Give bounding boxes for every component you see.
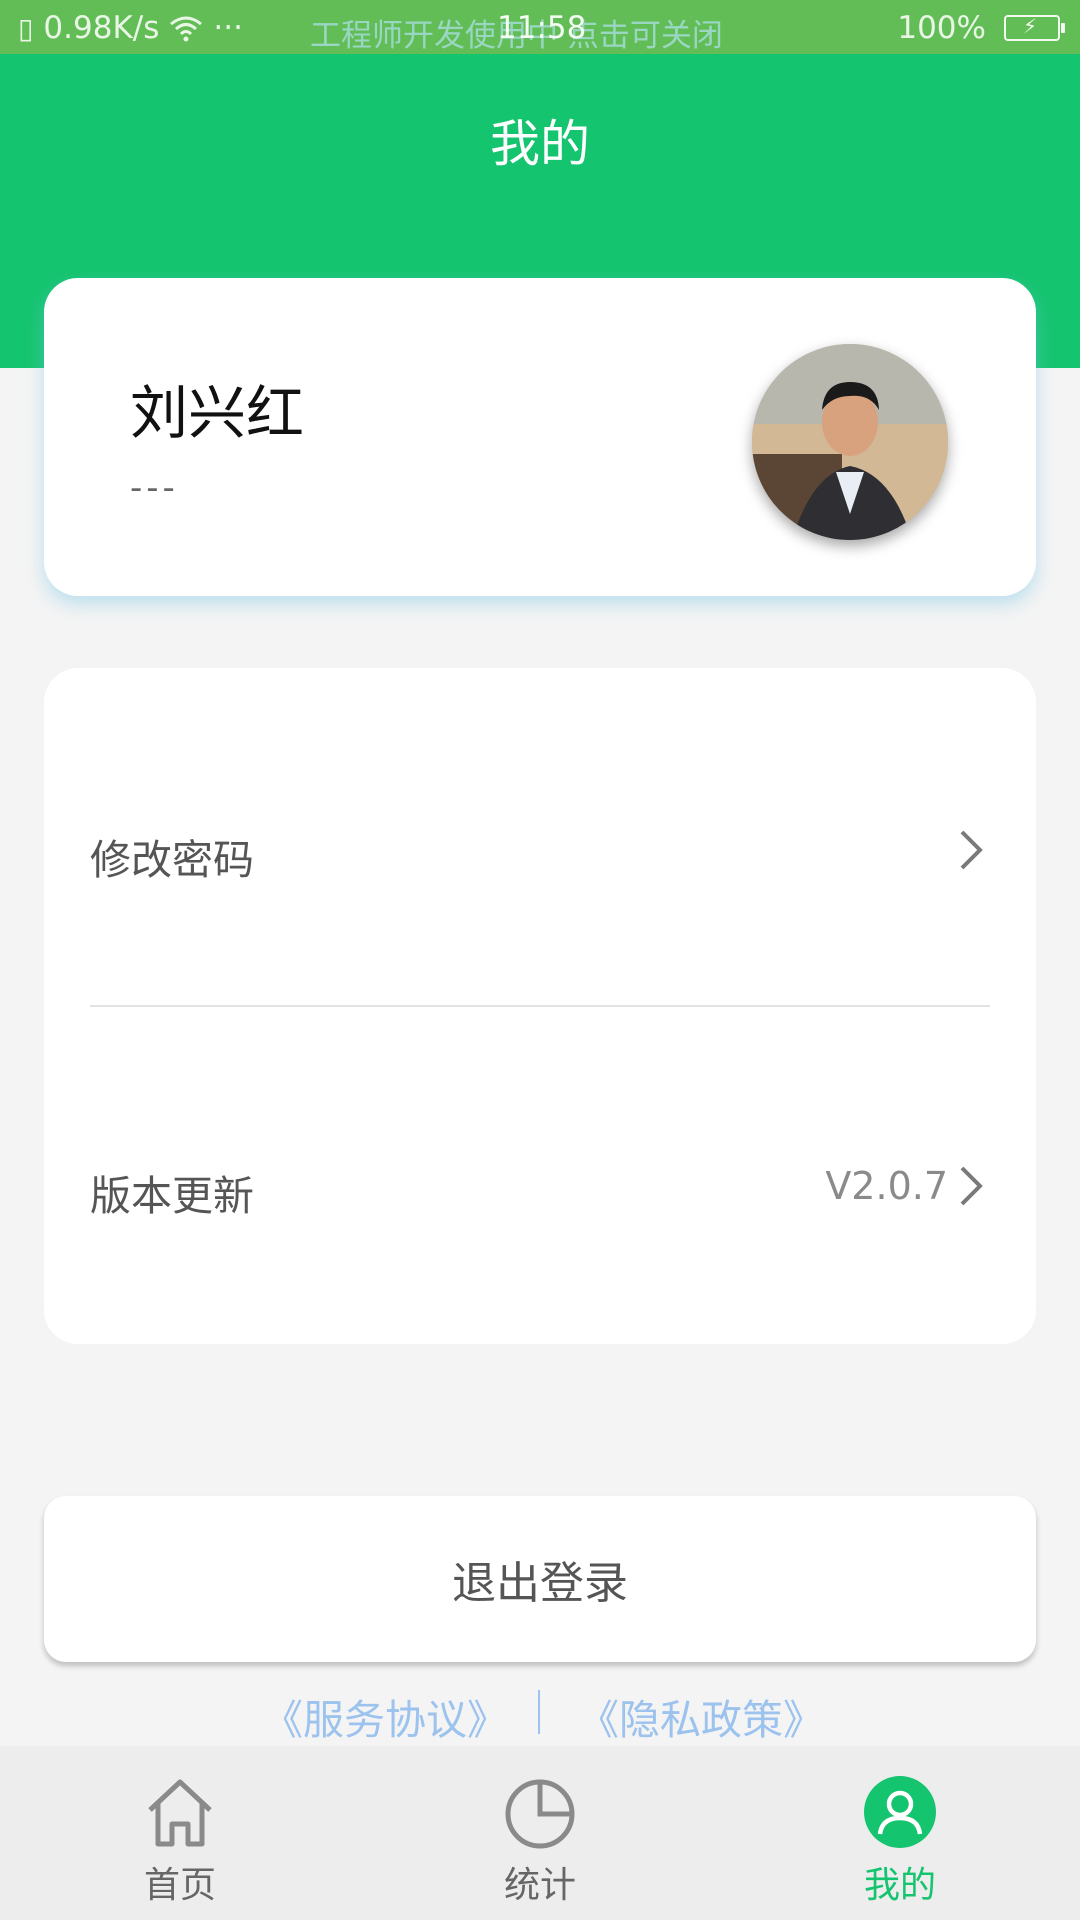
status-left: ▯ 0.98K/s ··· bbox=[18, 10, 243, 46]
network-speed: 0.98K/s bbox=[43, 10, 160, 46]
profile-card[interactable]: 刘兴红 --- bbox=[44, 278, 1036, 596]
tab-label: 首页 bbox=[143, 1865, 216, 1906]
more-dots-icon: ··· bbox=[213, 10, 243, 46]
status-right: 100% ⚡ bbox=[897, 10, 1065, 46]
user-name: 刘兴红 bbox=[130, 379, 305, 447]
tab-label: 统计 bbox=[503, 1865, 576, 1906]
legal-links: 《服务协议》 《隐私政策》 bbox=[0, 1686, 1080, 1746]
service-agreement-link[interactable]: 《服务协议》 bbox=[262, 1686, 508, 1746]
chevron-right-icon bbox=[960, 830, 983, 870]
page-title: 我的 bbox=[490, 115, 590, 173]
link-separator bbox=[538, 1690, 540, 1734]
wifi-icon bbox=[170, 16, 203, 42]
home-icon bbox=[148, 1779, 212, 1847]
chevron-right-icon bbox=[960, 1166, 983, 1206]
tab-label: 我的 bbox=[863, 1865, 936, 1906]
divider bbox=[90, 1005, 990, 1007]
battery-percent: 100% bbox=[897, 10, 986, 46]
menu-item-label: 版本更新 bbox=[90, 1172, 254, 1220]
logout-button[interactable]: 退出登录 bbox=[44, 1496, 1036, 1662]
battery-icon: ⚡ bbox=[1004, 14, 1065, 41]
menu-item-label: 修改密码 bbox=[90, 836, 254, 884]
avatar[interactable] bbox=[752, 344, 948, 540]
version-value: V2.0.7 bbox=[825, 1164, 948, 1208]
menu-item-change-password[interactable]: 修改密码 bbox=[90, 788, 990, 908]
status-bar: ▯ 0.98K/s ··· 工程师开发使用中 点击可关闭 11:58 100% … bbox=[0, 0, 1080, 54]
tab-mine[interactable]: 我的 bbox=[800, 1746, 1000, 1920]
clipboard-icon: ▯ bbox=[18, 11, 34, 45]
settings-menu: 修改密码 版本更新 V2.0.7 bbox=[44, 668, 1036, 1344]
privacy-policy-link[interactable]: 《隐私政策》 bbox=[578, 1686, 824, 1746]
user-subtitle: --- bbox=[130, 468, 179, 508]
bottom-tab-bar: 首页 统计 我的 bbox=[0, 1746, 1080, 1920]
user-icon bbox=[864, 1776, 936, 1848]
menu-item-version-update[interactable]: 版本更新 V2.0.7 bbox=[90, 1124, 990, 1244]
pie-chart-icon bbox=[505, 1779, 575, 1849]
tab-home[interactable]: 首页 bbox=[80, 1746, 280, 1920]
status-time: 11:58 bbox=[497, 10, 587, 46]
tab-statistics[interactable]: 统计 bbox=[440, 1746, 640, 1920]
